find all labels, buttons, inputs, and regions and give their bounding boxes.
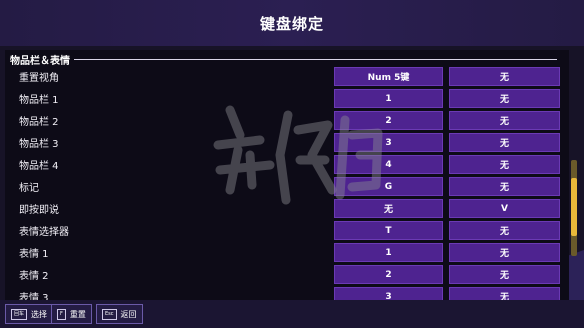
binding-row: 表情 2 2 无 [5, 265, 569, 285]
back-label: 返回 [120, 309, 137, 319]
secondary-key-button[interactable]: 无 [449, 265, 560, 284]
action-label: 标记 [19, 183, 39, 194]
secondary-key-button[interactable]: 无 [449, 133, 560, 152]
secondary-key-button[interactable]: 无 [449, 89, 560, 108]
action-label: 物品栏 3 [19, 139, 59, 150]
binding-row: 物品栏 4 4 无 [5, 155, 569, 175]
back-button[interactable]: Esc 返回 [96, 304, 143, 324]
action-label: 物品栏 1 [19, 95, 59, 106]
binding-row: 重置视角 Num 5键 无 [5, 67, 569, 87]
scrollbar-thumb[interactable] [571, 178, 577, 236]
secondary-key-button[interactable]: 无 [449, 155, 560, 174]
action-label: 表情 2 [19, 271, 49, 282]
section-header: 物品栏＆表情 [5, 50, 569, 68]
f-key-icon: F [57, 308, 66, 320]
enter-key-icon: 回车 [11, 308, 28, 320]
binding-row: 表情选择器 T 无 [5, 221, 569, 241]
action-label: 即按即说 [19, 205, 59, 216]
action-label: 物品栏 4 [19, 161, 59, 172]
binding-row: 表情 1 1 无 [5, 243, 569, 263]
reset-label: 重置 [69, 309, 86, 319]
secondary-key-button[interactable]: 无 [449, 177, 560, 196]
keybinding-panel: 物品栏＆表情 重置视角 Num 5键 无 物品栏 1 1 无 物品栏 2 2 无… [5, 50, 569, 300]
select-button[interactable]: 回车 选择 [5, 304, 54, 324]
primary-key-button[interactable]: 3 [334, 287, 443, 300]
binding-row: 物品栏 2 2 无 [5, 111, 569, 131]
secondary-key-button[interactable]: 无 [449, 111, 560, 130]
scrollbar[interactable] [571, 160, 577, 256]
section-title: 物品栏＆表情 [10, 55, 70, 67]
primary-key-button[interactable]: 2 [334, 111, 443, 130]
section-divider [74, 58, 557, 60]
binding-row: 表情 3 3 无 [5, 287, 569, 300]
secondary-key-button[interactable]: V [449, 199, 560, 218]
esc-key-icon: Esc [102, 308, 117, 320]
action-label: 物品栏 2 [19, 117, 59, 128]
page-title: 键盘绑定 [259, 14, 324, 33]
secondary-key-button[interactable]: 无 [449, 243, 560, 262]
action-label: 表情 1 [19, 249, 49, 260]
primary-key-button[interactable]: T [334, 221, 443, 240]
action-label: 表情 3 [19, 293, 49, 300]
binding-row: 物品栏 1 1 无 [5, 89, 569, 109]
primary-key-button[interactable]: 1 [334, 243, 443, 262]
page-header: 键盘绑定 [0, 0, 584, 46]
primary-key-button[interactable]: 4 [334, 155, 443, 174]
select-label: 选择 [31, 309, 48, 319]
primary-key-button[interactable]: G [334, 177, 443, 196]
primary-key-button[interactable]: 2 [334, 265, 443, 284]
primary-key-button[interactable]: 1 [334, 89, 443, 108]
secondary-key-button[interactable]: 无 [449, 221, 560, 240]
footer-bar: 回车 选择 F 重置 Esc 返回 [0, 300, 584, 328]
binding-row: 物品栏 3 3 无 [5, 133, 569, 153]
reset-button[interactable]: F 重置 [51, 304, 92, 324]
secondary-key-button[interactable]: 无 [449, 287, 560, 300]
secondary-key-button[interactable]: 无 [449, 67, 560, 86]
binding-row: 标记 G 无 [5, 177, 569, 197]
binding-row: 即按即说 无 V [5, 199, 569, 219]
action-label: 重置视角 [19, 73, 59, 84]
action-label: 表情选择器 [19, 227, 69, 238]
primary-key-button[interactable]: 无 [334, 199, 443, 218]
primary-key-button[interactable]: 3 [334, 133, 443, 152]
primary-key-button[interactable]: Num 5键 [334, 67, 443, 86]
